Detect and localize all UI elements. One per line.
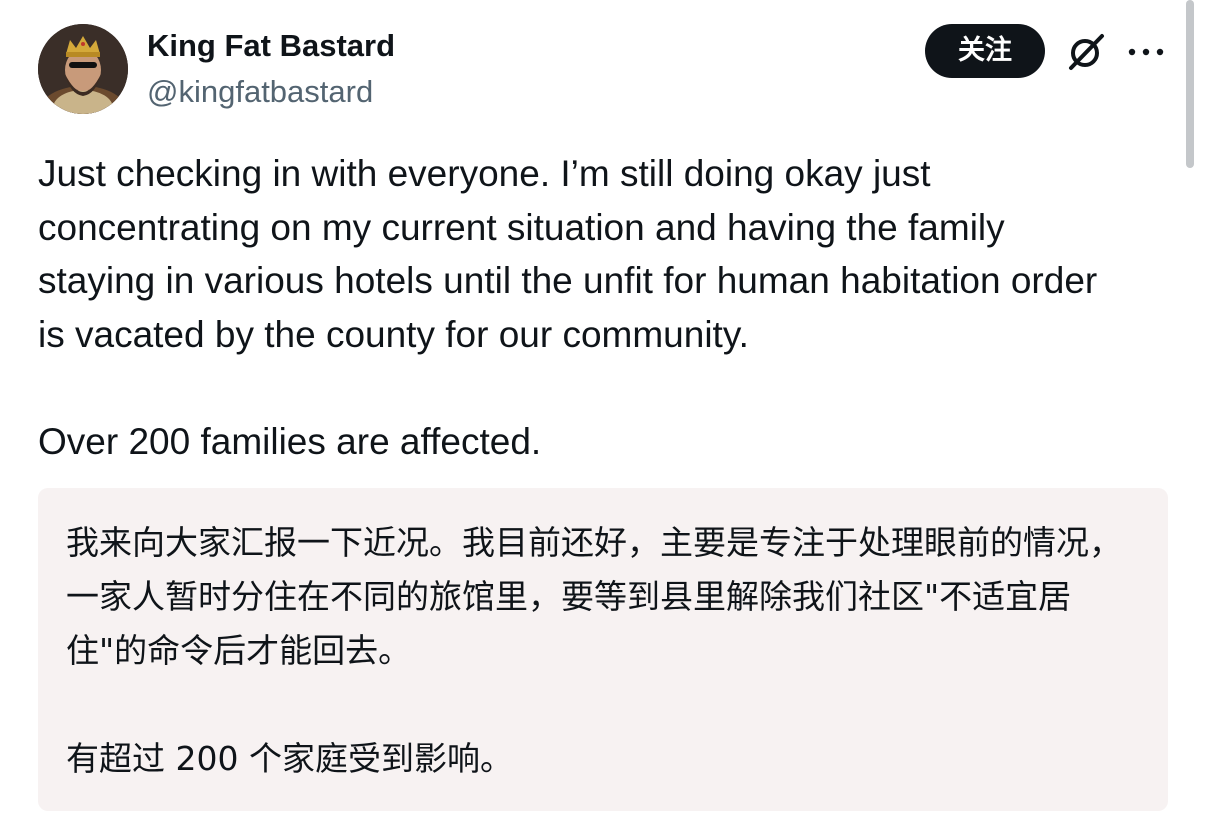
translation-text: 我来向大家汇报一下近况。我目前还好，主要是专注于处理眼前的情况，一家人暂时分住在… [66, 516, 1146, 786]
tweet-text: Just checking in with everyone. I’m stil… [38, 147, 1118, 468]
tweet-paragraph: Just checking in with everyone. I’m stil… [38, 153, 1098, 355]
translation-paragraph: 有超过 200 个家庭受到影响。 [66, 739, 513, 778]
grok-icon[interactable] [1064, 30, 1108, 74]
follow-button[interactable]: 关注 [925, 24, 1045, 78]
author-display-name[interactable]: King Fat Bastard [147, 26, 395, 66]
author-handle[interactable]: @kingfatbastard [147, 72, 373, 112]
scrollbar[interactable] [1186, 0, 1194, 168]
translation-paragraph: 我来向大家汇报一下近况。我目前还好，主要是专注于处理眼前的情况，一家人暂时分住在… [66, 523, 1122, 670]
translation-box: 我来向大家汇报一下近况。我目前还好，主要是专注于处理眼前的情况，一家人暂时分住在… [38, 488, 1168, 811]
avatar[interactable] [38, 24, 128, 114]
crowned-king-avatar-icon [38, 24, 128, 114]
tweet-paragraph: Over 200 families are affected. [38, 420, 542, 462]
more-horizontal-icon[interactable] [1126, 40, 1166, 64]
